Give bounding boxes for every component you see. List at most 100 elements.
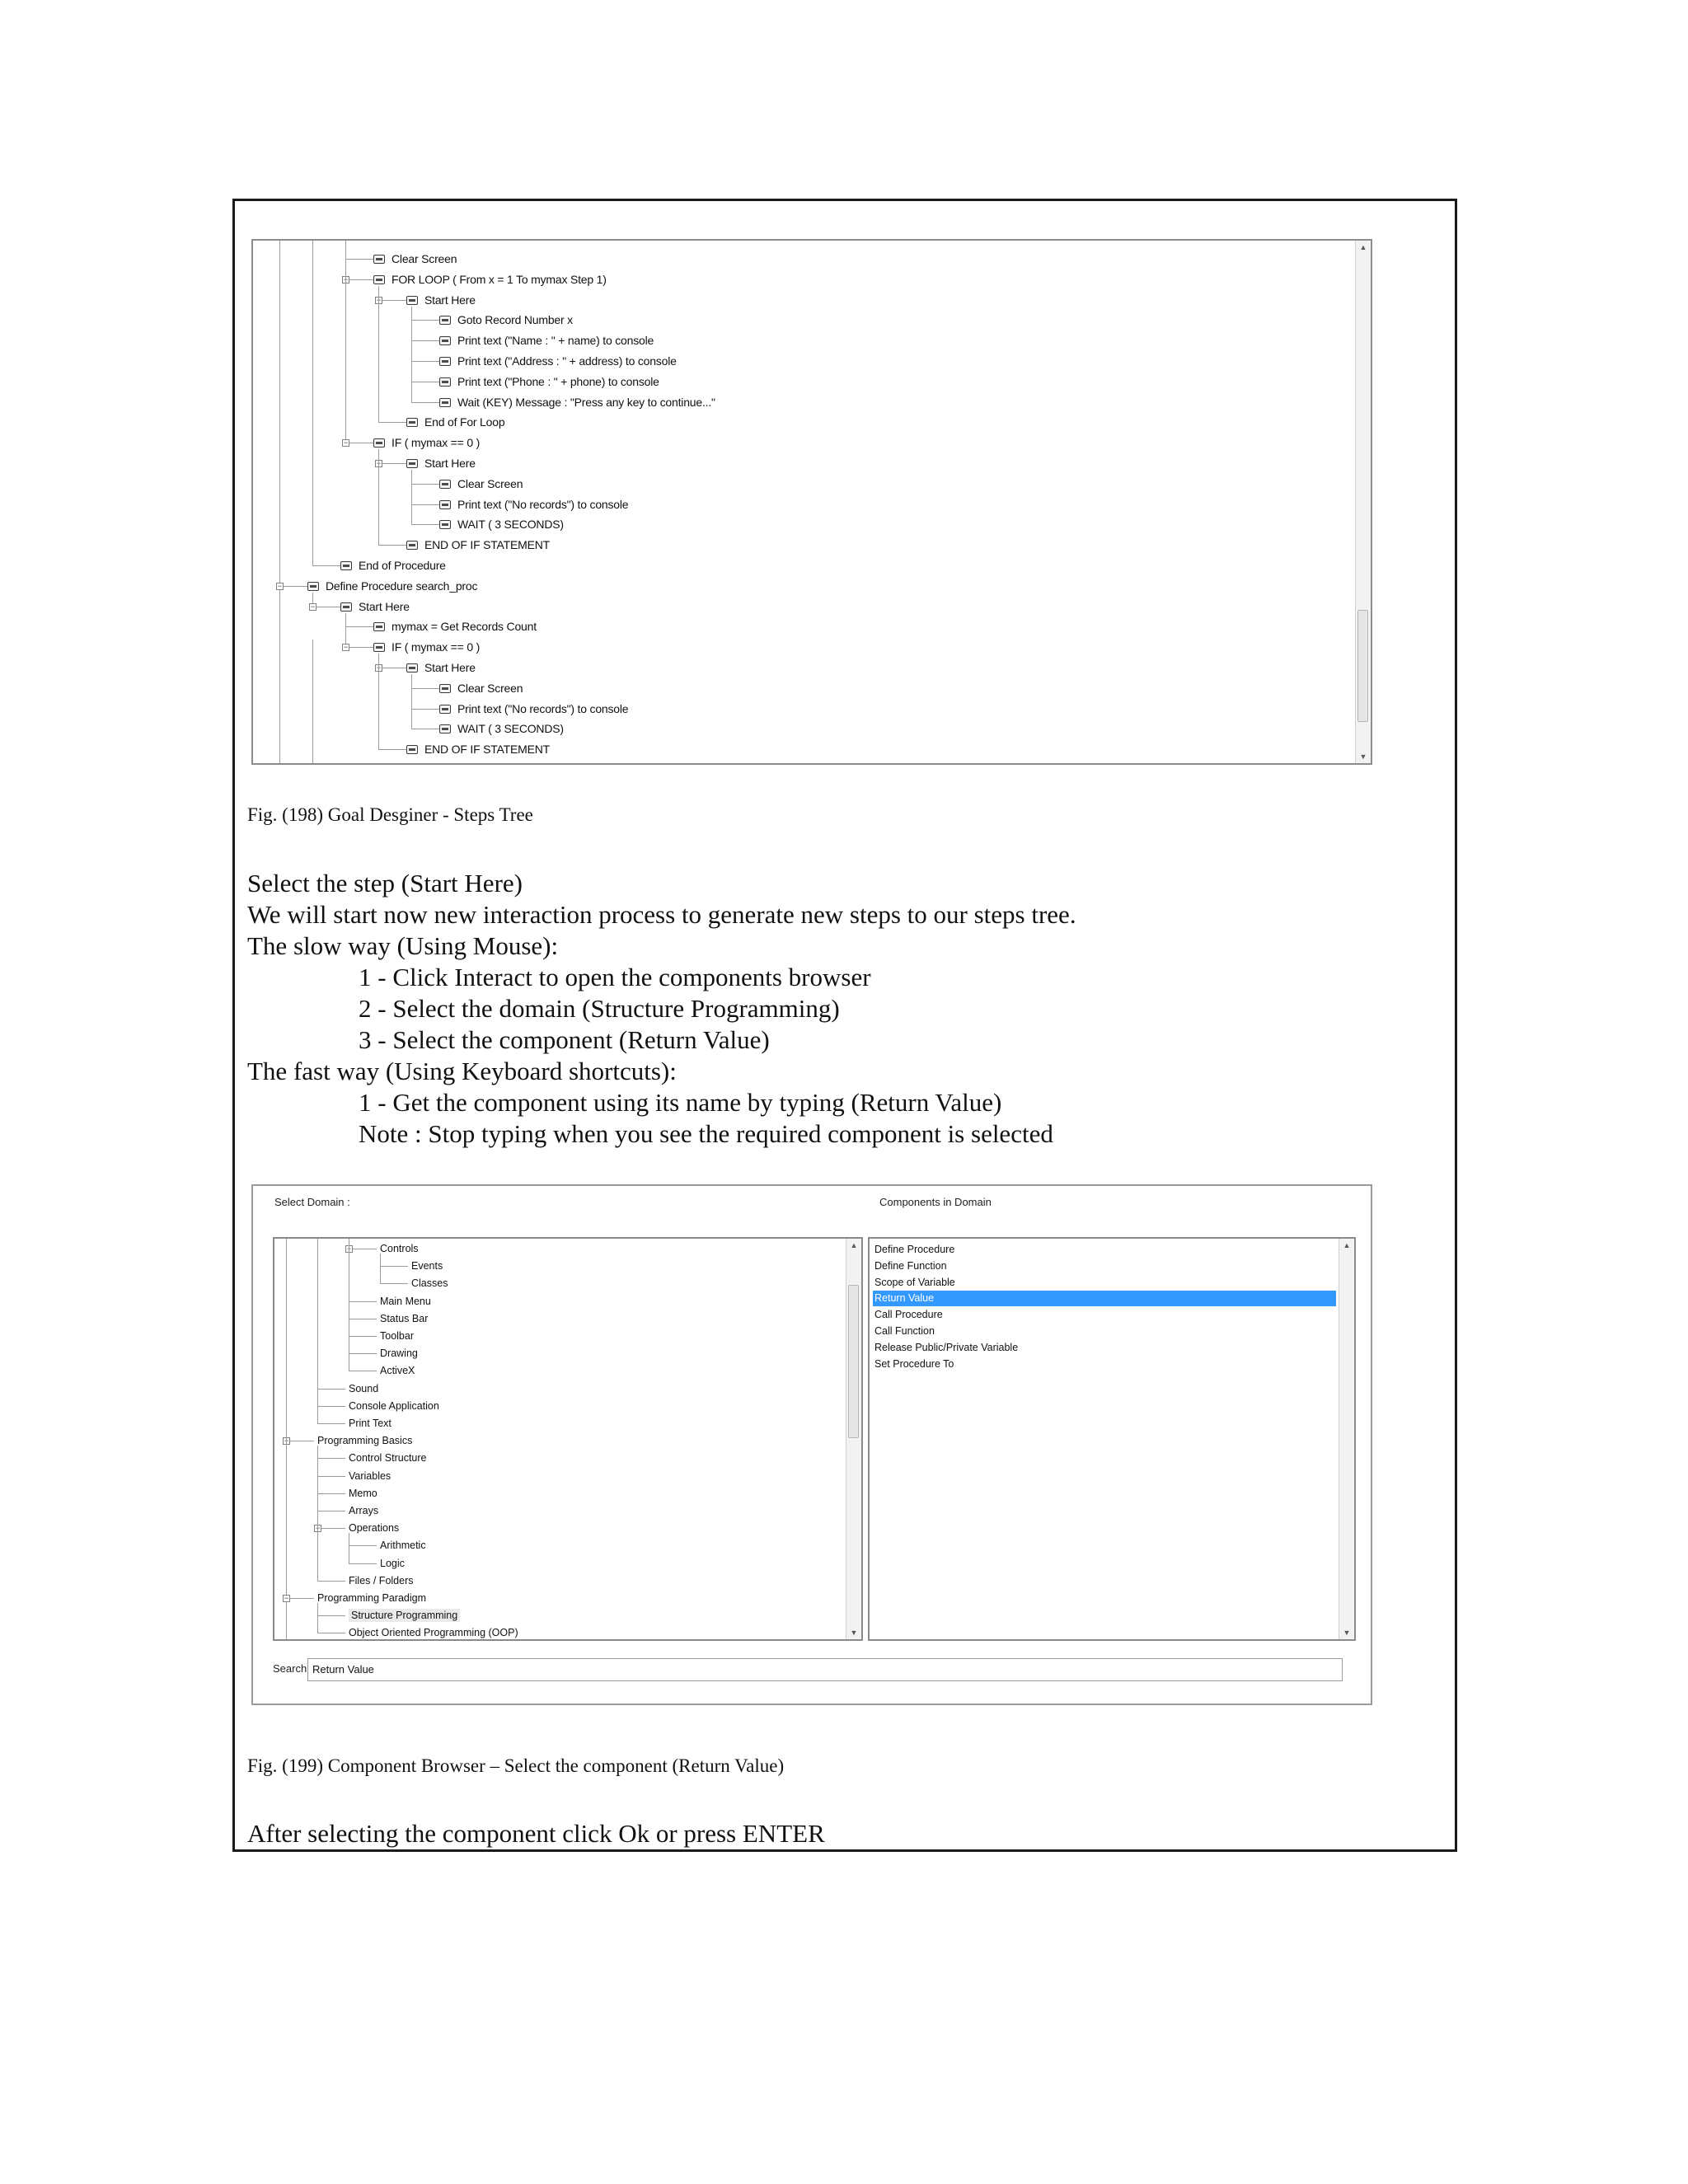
tree-guide-line [317, 1239, 318, 1423]
component-list-item[interactable]: Call Function [873, 1324, 935, 1339]
step-node-icon [439, 499, 451, 509]
domain-tree-item[interactable]: Structure Programming [349, 1609, 461, 1623]
scroll-up-icon[interactable]: ▲ [1339, 1239, 1354, 1252]
collapse-toggle-icon[interactable]: − [309, 602, 316, 611]
tree-guide-line [286, 1239, 287, 1598]
tree-node-label[interactable]: Print text ("No records") to console [457, 498, 629, 511]
step-node-icon [439, 520, 451, 530]
domain-tree-item[interactable]: Controls [380, 1242, 419, 1255]
tree-node-label[interactable]: END OF IF STATEMENT [424, 538, 550, 551]
tree-node-label[interactable]: Print text ("Name : " + name) to console [457, 334, 654, 347]
scroll-down-icon[interactable]: ▼ [1356, 750, 1371, 763]
tree-branch-line [411, 401, 439, 403]
step-node-icon [439, 336, 451, 346]
step-node-icon [439, 316, 451, 326]
scroll-up-icon[interactable]: ▲ [1356, 241, 1371, 254]
scroll-up-icon[interactable]: ▲ [846, 1239, 861, 1252]
step-node-icon [373, 274, 385, 284]
domain-tree-item[interactable]: Variables [349, 1469, 391, 1483]
tree-branch-line [378, 299, 406, 301]
tree-node-label[interactable]: End of Procedure [359, 559, 446, 572]
scroll-down-icon[interactable]: ▼ [846, 1626, 861, 1639]
scroll-thumb[interactable] [848, 1285, 859, 1438]
tree-node-label[interactable]: Print text ("Address : " + address) to c… [457, 354, 677, 368]
tree-branch-line [345, 647, 373, 649]
step-node-icon [406, 459, 418, 468]
domain-tree-item[interactable]: Events [411, 1259, 443, 1272]
component-list-item[interactable]: Define Function [873, 1258, 947, 1274]
steps-tree-scrollbar[interactable]: ▲ ▼ [1355, 241, 1371, 763]
tree-node-label[interactable]: mymax = Get Records Count [392, 620, 537, 633]
components-list-panel[interactable]: Define Procedure Define Function Scope of … [868, 1237, 1356, 1641]
tree-node-label[interactable]: IF ( mymax == 0 ) [392, 436, 480, 449]
domain-tree-item[interactable]: Status Bar [380, 1312, 428, 1325]
scroll-thumb[interactable] [1357, 610, 1368, 722]
component-list-item[interactable]: Release Public/Private Variable [873, 1340, 1018, 1356]
tree-node-label[interactable]: Start Here [359, 600, 410, 613]
domain-tree-item[interactable]: Object Oriented Programming (OOP) [349, 1626, 518, 1639]
domain-tree-item[interactable]: Arrays [349, 1504, 378, 1517]
tree-branch-line [411, 361, 439, 362]
component-list-item[interactable]: Call Procedure [873, 1307, 943, 1323]
domain-tree-item[interactable]: Programming Paradigm [317, 1591, 426, 1605]
instruction-step: 1 - Click Interact to open the component… [359, 963, 871, 991]
domain-tree-item[interactable]: Main Menu [380, 1295, 431, 1308]
tree-node-label[interactable]: Print text ("No records") to console [457, 702, 629, 715]
tree-node-label[interactable]: Goto Record Number x [457, 313, 573, 326]
domain-tree-item[interactable]: Operations [349, 1521, 399, 1535]
domain-tree-scrollbar[interactable]: ▲ ▼ [846, 1239, 861, 1639]
instruction-line: We will start now new interaction proces… [247, 900, 1076, 929]
tree-guide-line [411, 674, 412, 729]
domain-tree-item[interactable]: Console Application [349, 1399, 439, 1413]
collapse-toggle-icon[interactable]: − [342, 644, 349, 652]
domain-tree-item[interactable]: Classes [411, 1277, 448, 1290]
domain-tree-item[interactable]: Print Text [349, 1417, 392, 1430]
component-list-item[interactable]: Define Procedure [873, 1242, 954, 1258]
collapse-toggle-icon[interactable]: − [342, 439, 349, 448]
tree-node-label[interactable]: Clear Screen [392, 252, 457, 265]
tree-node-label[interactable]: END OF IF STATEMENT [424, 743, 550, 756]
domain-tree-item[interactable]: ActiveX [380, 1364, 415, 1377]
tree-node-label[interactable]: Start Here [424, 661, 476, 674]
tree-node-label[interactable]: Start Here [424, 457, 476, 470]
instruction-line: Select the step (Start Here) [247, 869, 523, 898]
domain-tree-panel[interactable]: − Controls Events Classes Main Menu Status Ba… [273, 1237, 863, 1641]
domain-tree-item[interactable]: Drawing [380, 1347, 418, 1360]
component-list-item[interactable]: Scope of Variable [873, 1275, 955, 1291]
domain-tree-item[interactable]: Arithmetic [380, 1539, 426, 1552]
domain-tree-item[interactable]: Toolbar [380, 1329, 414, 1343]
component-list-item[interactable]: Set Procedure To [873, 1357, 954, 1372]
step-node-icon [340, 561, 352, 570]
collapse-toggle-icon[interactable]: − [283, 1595, 290, 1602]
tree-node-label[interactable]: Clear Screen [457, 682, 523, 695]
instruction-note: Note : Stop typing when you see the requ… [359, 1119, 1053, 1148]
tree-node-label[interactable]: IF ( mymax == 0 ) [392, 640, 480, 654]
tree-node-label[interactable]: Clear Screen [457, 477, 523, 490]
tree-branch-line [380, 1266, 408, 1268]
tree-guide-line [317, 1446, 318, 1581]
step-node-icon [406, 295, 418, 305]
search-input[interactable]: Return Value [307, 1658, 1343, 1681]
domain-tree-item[interactable]: Sound [349, 1382, 378, 1395]
tree-node-label[interactable]: End of For Loop [424, 415, 505, 429]
tree-node-label[interactable]: WAIT ( 3 SECONDS) [457, 518, 564, 531]
scroll-down-icon[interactable]: ▼ [1339, 1626, 1354, 1639]
tree-node-label[interactable]: Start Here [424, 293, 476, 307]
domain-tree-item[interactable]: Logic [380, 1557, 405, 1570]
tree-node-label[interactable]: Define Procedure search_proc [326, 579, 477, 593]
domain-tree-item[interactable]: Memo [349, 1487, 377, 1500]
tree-guide-line [380, 1254, 381, 1284]
component-list-item[interactable]: Return Value [873, 1291, 1336, 1307]
domain-tree-item[interactable]: Programming Basics [317, 1434, 412, 1447]
tree-guide-line [345, 241, 346, 443]
tree-node-label[interactable]: Wait (KEY) Message : "Press any key to c… [457, 396, 715, 409]
tree-node-label[interactable]: FOR LOOP ( From x = 1 To mymax Step 1) [392, 273, 607, 286]
domain-tree-item[interactable]: Files / Folders [349, 1574, 414, 1587]
domain-tree-item[interactable]: Control Structure [349, 1451, 426, 1465]
tree-node-label[interactable]: Print text ("Phone : " + phone) to conso… [457, 375, 659, 388]
tree-branch-line [286, 1598, 314, 1599]
collapse-toggle-icon[interactable]: − [276, 582, 284, 590]
tree-node-label[interactable]: WAIT ( 3 SECONDS) [457, 722, 564, 735]
tree-branch-line [345, 279, 373, 280]
components-list-scrollbar[interactable]: ▲ ▼ [1339, 1239, 1354, 1639]
